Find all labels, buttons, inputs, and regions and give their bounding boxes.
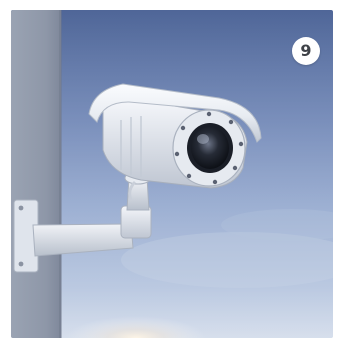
image-card: 9 <box>11 10 333 338</box>
step-number-badge: 9 <box>292 37 320 65</box>
security-camera-photo <box>11 10 333 338</box>
